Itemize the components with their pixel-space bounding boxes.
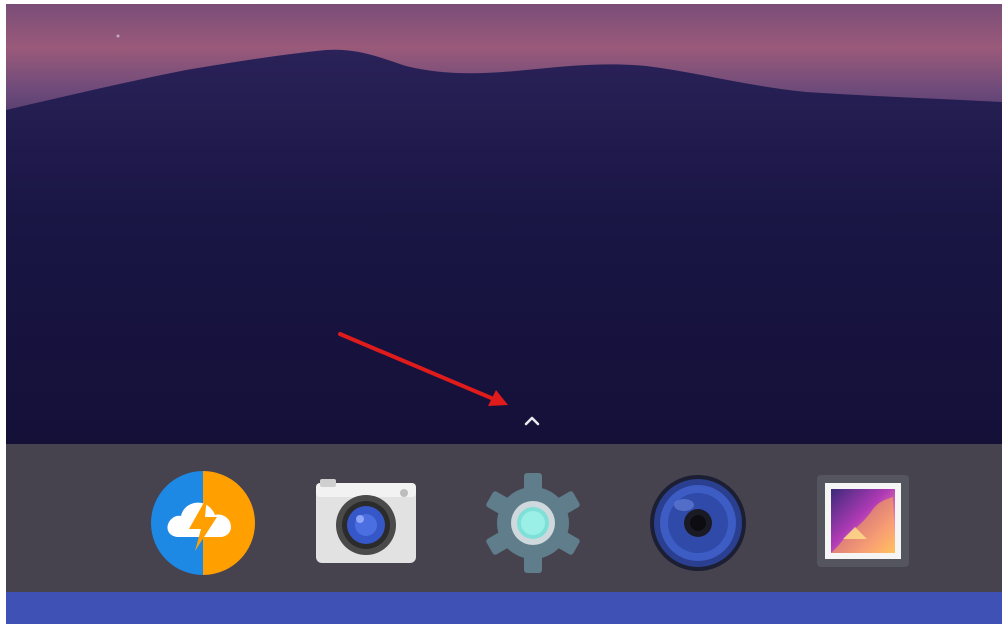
dock-app-camera[interactable] (311, 468, 421, 578)
navigation-bar (6, 592, 1002, 624)
mountain-silhouette (6, 34, 1002, 444)
chevron-up-icon (524, 416, 540, 426)
dock-app-gallery[interactable] (808, 468, 918, 578)
gallery-icon (817, 475, 909, 567)
dock (6, 444, 1002, 594)
dock-app-cloud[interactable] (148, 468, 258, 578)
wallpaper (6, 4, 1002, 444)
dock-app-music[interactable] (643, 468, 753, 578)
cloud-bolt-icon (151, 471, 255, 575)
gear-icon (486, 473, 580, 573)
dock-app-settings[interactable] (478, 468, 588, 578)
speaker-icon (650, 475, 746, 571)
android-home-screen (6, 4, 1002, 624)
camera-icon (316, 479, 416, 563)
app-drawer-handle[interactable] (520, 410, 544, 430)
